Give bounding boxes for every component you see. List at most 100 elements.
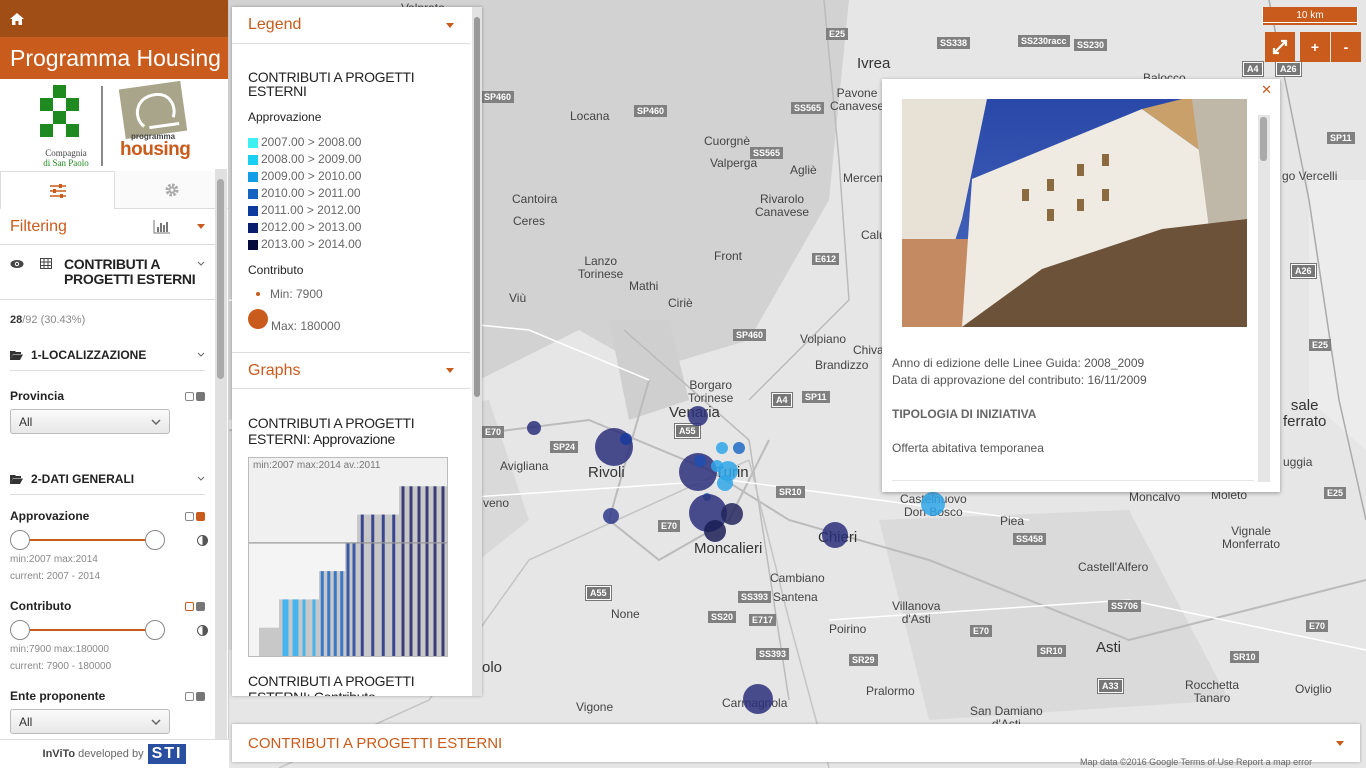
place-label: Santena [773,590,818,604]
zoom-in-button[interactable]: + [1300,32,1330,62]
tab-filters[interactable] [0,171,115,209]
road-shield: SS20 [708,611,737,623]
chart-highlight-bar [282,599,289,656]
place-label: Agliè [790,163,817,177]
chevron-down-icon[interactable] [446,368,454,373]
road-shield: E717 [749,614,777,626]
place-label: None [611,607,640,621]
group-dati-generali[interactable]: 2-DATI GENERALI [10,472,205,495]
zoom-out-button[interactable]: - [1331,32,1361,62]
place-label: olo [482,659,503,676]
checkbox[interactable] [185,691,194,701]
data-bubble[interactable] [704,520,726,542]
place-label: Volpiano [800,332,847,346]
place-label: Pralormo [866,684,915,698]
fullscreen-button[interactable] [1265,32,1295,62]
home-icon[interactable] [10,12,24,25]
data-bubble[interactable] [733,442,745,454]
chevron-down-icon [151,718,161,725]
slider-handle-min[interactable] [10,620,30,640]
layer-item[interactable]: CONTRIBUTI A PROGETTI ESTERNI [0,245,215,300]
chart-highlight-bar [371,514,375,656]
legend-class-label: 2007.00 > 2008.00 [261,135,362,149]
legend-panel: Legend CONTRIBUTI A PROGETTI ESTERNI App… [232,7,482,696]
contrast-icon[interactable] [197,625,208,636]
field-contributo: Contributo min:7900 max:180000 current: … [10,599,208,675]
place-label: Asti [1096,639,1122,656]
group-localizzazione[interactable]: 1-LOCALIZZAZIONE [10,348,205,371]
graphs-header[interactable]: Graphs [232,352,470,389]
chevron-down-icon[interactable] [1336,740,1344,746]
legend-header[interactable]: Legend [232,7,470,44]
legend-swatch [248,137,258,148]
data-bubble[interactable] [822,522,848,548]
checkbox[interactable] [185,391,194,401]
road-shield: SR10 [1230,651,1259,663]
chart-highlight-bar [320,571,324,656]
chart-highlight-bar [360,514,364,656]
place-label: Front [714,249,743,263]
chevron-down-icon[interactable] [197,261,205,267]
chevron-down-icon [151,418,161,425]
approvazione-slider[interactable] [10,529,208,551]
toggle-square[interactable] [196,391,205,401]
footer: InViTo developed by STI [0,739,229,768]
close-icon[interactable]: ✕ [1261,82,1272,98]
compagnia-logo-text: Compagnia di San Paolo [43,148,89,168]
chart-highlight-bar [392,514,396,656]
road-shield: A26 [1275,61,1302,77]
filtering-header[interactable]: Filtering [0,209,215,245]
contributo-slider[interactable] [10,619,208,641]
road-shield: SS230racc [1018,35,1070,47]
data-bubble[interactable] [688,406,708,426]
data-bubble[interactable] [603,508,619,524]
data-bubble[interactable] [743,684,773,714]
slider-handle-max[interactable] [145,530,165,550]
toggle-square[interactable] [196,691,205,701]
eye-icon[interactable] [10,259,24,269]
chart-icon[interactable] [153,219,171,234]
toggle-square[interactable] [196,601,205,611]
legend-class-label: 2008.00 > 2009.00 [261,152,362,166]
data-bubble[interactable] [694,455,706,467]
sti-logo[interactable]: STI [147,744,187,764]
road-shield: SS338 [937,37,971,49]
road-shield: A4 [771,392,793,408]
road-shield: E25 [826,28,849,40]
road-shield: SP460 [481,91,515,103]
road-shield: A55 [585,585,612,601]
tab-settings[interactable] [115,171,228,209]
map-attribution[interactable]: Map data ©2016 Google Terms of Use Repor… [1080,757,1312,767]
data-bubble[interactable] [717,475,733,491]
legend-body: CONTRIBUTI A PROGETTI ESTERNI Approvazio… [232,44,470,333]
chart-highlight-bar [352,542,356,656]
legend-scrollbar[interactable] [472,7,482,696]
data-bubble[interactable] [716,442,728,454]
data-bubble[interactable] [527,421,541,435]
data-bubble[interactable] [721,503,743,525]
road-shield: E25 [1309,339,1332,351]
data-bubble[interactable] [921,492,945,516]
slider-handle-min[interactable] [10,530,30,550]
place-label: Piea [1000,514,1025,528]
data-bubble[interactable] [620,433,632,445]
place-label: Rivoli [588,464,625,481]
ente-select[interactable]: All [10,709,170,734]
provincia-select[interactable]: All [10,409,170,434]
chevron-down-icon[interactable] [197,352,205,358]
feature-popup: ✕ Anno di edizione delle Linee Guida: 20… [882,79,1280,492]
chevron-down-icon[interactable] [197,476,205,482]
road-shield: E70 [482,426,505,438]
checkbox[interactable] [185,601,194,611]
legend-swatch [248,154,258,165]
table-icon[interactable] [40,258,52,269]
chevron-down-icon[interactable] [446,22,454,28]
sidebar-scrollbar[interactable] [215,169,227,739]
contrast-icon[interactable] [197,535,208,546]
chart-svg [249,486,447,656]
chevron-down-icon[interactable] [197,224,205,229]
toggle-square[interactable] [196,511,205,521]
checkbox[interactable] [185,511,194,521]
popup-scrollbar[interactable] [1258,115,1270,482]
slider-handle-max[interactable] [145,620,165,640]
